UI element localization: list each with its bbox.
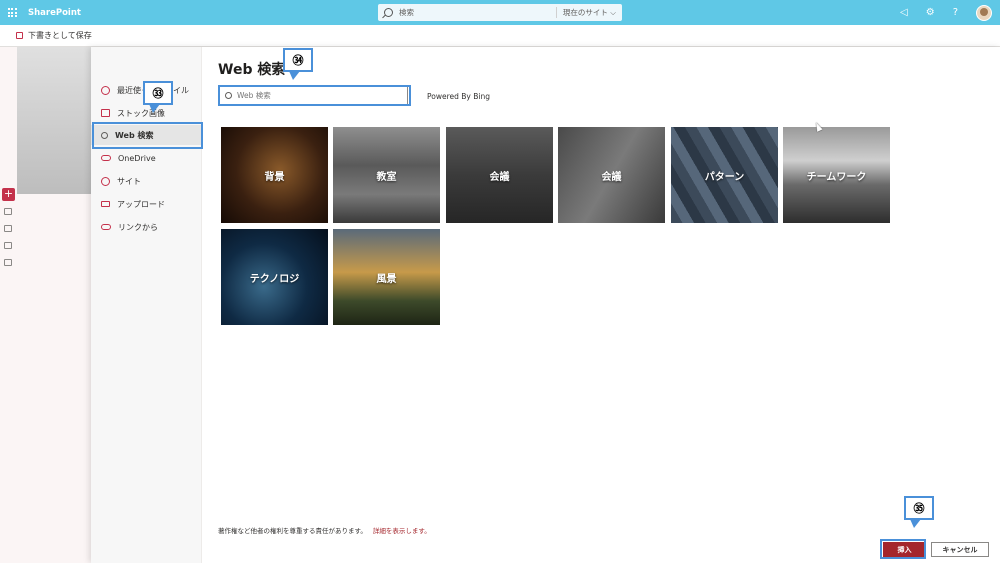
page-title: Web 検索 (218, 62, 286, 78)
search-scope-dropdown[interactable]: 現在のサイト ⌵ (555, 7, 616, 18)
globe-icon (101, 176, 110, 186)
page-hero-image (17, 47, 97, 194)
suite-bar-actions: ◁ ⚙ ? (900, 0, 992, 25)
save-draft-button[interactable]: 下書きとして保存 (16, 30, 92, 41)
tile-label: 背景 (264, 171, 285, 183)
highlight-web-search-nav (92, 122, 203, 149)
command-bar: 下書きとして保存 (0, 25, 1000, 47)
tile-label: テクノロジ (249, 273, 300, 285)
callout-34: ㉞ (283, 48, 313, 80)
site-search-placeholder: 検索 (399, 8, 414, 17)
tile-teamwork[interactable]: チームワーク (783, 127, 890, 223)
help-icon[interactable]: ? (953, 7, 958, 18)
details-link[interactable]: 詳細を表示します。 (373, 527, 431, 535)
picker-content: Web 検索 Powered By Bing 背景 教室 会議 会議 パターン … (202, 47, 1000, 563)
tile-meeting-2[interactable]: 会議 (558, 127, 665, 223)
tile-technology[interactable]: テクノロジ (221, 229, 328, 325)
page-canvas (17, 194, 97, 563)
image-icon (101, 109, 110, 117)
link-icon (101, 224, 111, 230)
search-icon (384, 8, 393, 17)
delete-icon[interactable] (4, 259, 12, 266)
tile-label: 会議 (489, 171, 510, 183)
nav-item-upload[interactable]: アップロード (91, 194, 202, 214)
clock-icon (101, 85, 110, 95)
nav-item-stock-images[interactable]: ストック画像 (91, 103, 202, 123)
add-section-icon[interactable]: + (2, 188, 15, 201)
highlight-insert-button (880, 539, 926, 559)
nav-item-site[interactable]: サイト (91, 171, 202, 191)
app-title[interactable]: SharePoint (28, 8, 81, 18)
cancel-button[interactable]: キャンセル (931, 542, 989, 557)
tile-background[interactable]: 背景 (221, 127, 328, 223)
tile-label: 教室 (376, 171, 397, 183)
nav-item-label: アップロード (117, 199, 165, 209)
nav-item-from-link[interactable]: リンクから (91, 217, 202, 237)
copyright-text: 著作権など他者の権利を尊重する責任があります。 (218, 527, 367, 535)
tile-scenery[interactable]: 風景 (333, 229, 440, 325)
save-icon (16, 32, 23, 39)
callout-35: ㉟ (904, 496, 934, 528)
comment-icon[interactable] (4, 208, 12, 215)
tile-meeting-1[interactable]: 会議 (446, 127, 553, 223)
nav-item-label: OneDrive (118, 153, 156, 163)
tile-label: パターン (704, 171, 745, 183)
tile-label: チームワーク (806, 171, 867, 183)
cloud-icon (101, 155, 111, 161)
callout-33: ㉝ (143, 81, 173, 113)
highlight-web-search-input (218, 85, 411, 106)
avatar[interactable] (976, 4, 992, 21)
page-toolbox-rail: + (0, 47, 17, 563)
save-draft-label: 下書きとして保存 (28, 31, 92, 40)
powered-by-label: Powered By Bing (427, 92, 490, 101)
gear-icon[interactable]: ⚙ (926, 7, 935, 18)
nav-item-onedrive[interactable]: OneDrive (91, 148, 202, 168)
suite-bar: SharePoint 検索 現在のサイト ⌵ ◁ ⚙ ? (0, 0, 1000, 25)
search-scope-label: 現在のサイト (562, 8, 608, 17)
tile-label: 風景 (376, 273, 397, 285)
waffle-icon[interactable] (0, 0, 24, 25)
tile-label: 会議 (601, 171, 622, 183)
site-search-box[interactable]: 検索 現在のサイト ⌵ (378, 4, 622, 21)
copyright-notice: 著作権など他者の権利を尊重する責任があります。 詳細を表示します。 (218, 525, 431, 535)
file-picker-panel: 最近使ったファイル ストック画像 Web 検索 OneDrive サイト アップ… (91, 47, 1000, 563)
tile-classroom[interactable]: 教室 (333, 127, 440, 223)
nav-item-label: リンクから (118, 222, 158, 232)
tile-pattern[interactable]: パターン (671, 127, 778, 223)
nav-item-label: サイト (117, 176, 141, 186)
move-icon[interactable] (4, 225, 12, 232)
laptop-icon (101, 201, 110, 207)
duplicate-icon[interactable] (4, 242, 12, 249)
megaphone-icon[interactable]: ◁ (900, 7, 908, 18)
